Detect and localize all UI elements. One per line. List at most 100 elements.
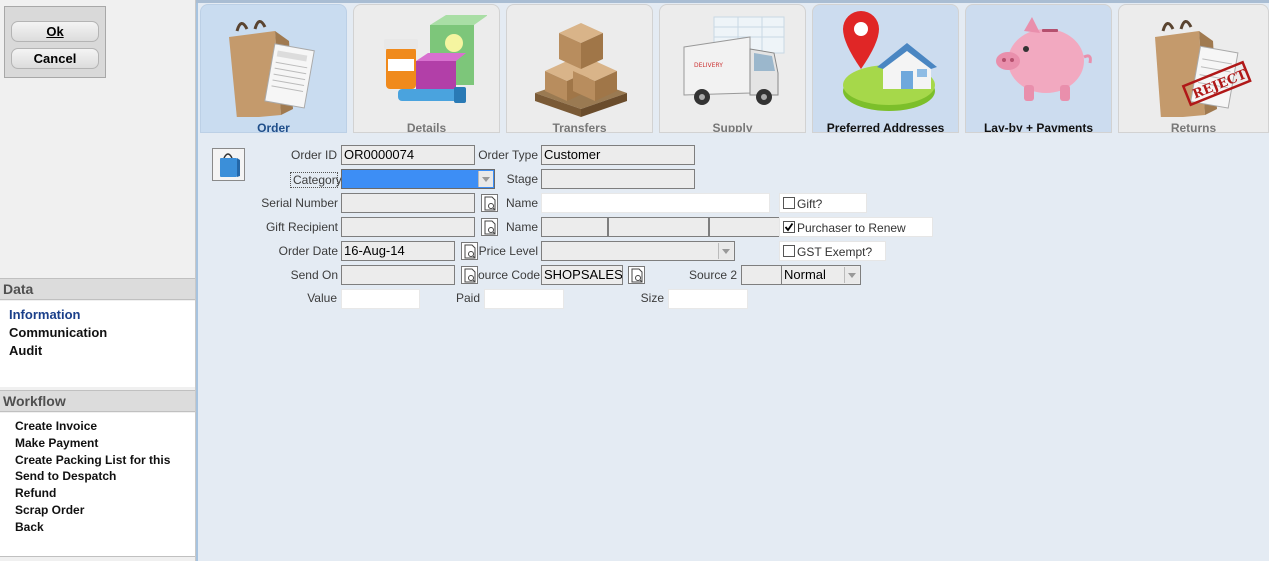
gift-checkbox-label: Gift? <box>797 197 823 211</box>
workflow-back[interactable]: Back <box>15 520 44 534</box>
boxes-pallet-icon <box>535 23 627 117</box>
source-2-field[interactable] <box>741 265 782 285</box>
workflow-send-to-despatch[interactable]: Send to Despatch <box>15 469 116 483</box>
workflow-make-payment[interactable]: Make Payment <box>15 436 98 450</box>
order-date-label: Order Date <box>278 244 338 258</box>
gst-exempt-row[interactable]: GST Exempt? <box>779 241 886 261</box>
workflow-create-invoice[interactable]: Create Invoice <box>15 419 97 433</box>
paid-label: Paid <box>455 291 480 305</box>
order-id-label: Order ID <box>290 148 337 162</box>
send-on-field[interactable] <box>341 265 455 285</box>
stage-label: Stage <box>506 172 538 186</box>
stage-field[interactable] <box>541 169 695 189</box>
chevron-down-icon[interactable] <box>718 243 733 259</box>
order-id-field[interactable]: OR0000074 <box>341 145 475 165</box>
calendar-icon <box>464 244 476 259</box>
order-type-field[interactable]: Customer <box>541 145 695 165</box>
value-label: Value <box>307 291 337 305</box>
serial-number-field[interactable] <box>341 193 475 213</box>
document-icon <box>484 220 496 235</box>
tab-supply-label: Supply <box>712 121 753 133</box>
data-item-communication[interactable]: Communication <box>9 325 107 340</box>
serial-number-label: Serial Number <box>261 196 338 210</box>
size-field[interactable] <box>668 289 748 309</box>
tab-returns-label: Returns <box>1170 121 1217 133</box>
top-divider <box>196 0 1269 3</box>
action-button-group: Ok Cancel <box>4 6 106 78</box>
svg-text:DELIVERY: DELIVERY <box>694 62 723 69</box>
tab-preferred-addresses-label: Preferred Addresses <box>826 121 945 133</box>
workflow-section-body: Create Invoice Make Payment Create Packi… <box>0 413 195 557</box>
house-location-icon <box>843 11 937 111</box>
checkmark-icon <box>784 222 794 232</box>
gst-exempt-label: GST Exempt? <box>797 245 873 259</box>
data-section-body: Information Communication Audit <box>0 301 195 387</box>
document-icon <box>484 196 496 211</box>
ok-button[interactable]: Ok <box>11 21 99 42</box>
source-code-field[interactable]: SHOPSALES <box>541 265 623 285</box>
purchaser-renew-label: Purchaser to Renew <box>797 221 906 235</box>
value-field[interactable] <box>341 289 420 309</box>
tab-transfers[interactable]: Transfers <box>506 4 653 133</box>
tab-details[interactable]: Details <box>353 4 500 133</box>
source-code-label: ource Code <box>478 268 541 282</box>
products-icon <box>384 15 487 103</box>
order-bag-button[interactable] <box>212 148 245 181</box>
tab-layby-payments-label: Lay-by + Payments <box>983 121 1094 133</box>
data-item-audit[interactable]: Audit <box>9 343 42 358</box>
document-icon <box>631 268 643 283</box>
name-field[interactable] <box>541 193 770 213</box>
workflow-scrap-order[interactable]: Scrap Order <box>15 503 84 517</box>
left-panel: Ok Cancel Data Information Communication… <box>0 0 196 561</box>
workflow-create-packing-list[interactable]: Create Packing List for this <box>15 453 170 467</box>
tab-details-label: Details <box>406 121 447 133</box>
source-code-lookup-button[interactable] <box>628 266 645 284</box>
gift-recipient-lookup-button[interactable] <box>481 218 498 236</box>
recipient-last-name-field[interactable] <box>709 217 780 237</box>
recipient-title-field[interactable] <box>541 217 608 237</box>
recipient-first-name-field[interactable] <box>608 217 709 237</box>
tab-layby-payments[interactable]: Lay-by + Payments <box>965 4 1112 133</box>
size-label: Size <box>640 291 664 305</box>
gift-recipient-label: Gift Recipient <box>265 220 338 234</box>
gift-recipient-field[interactable] <box>341 217 475 237</box>
tab-order[interactable]: Order <box>200 4 347 133</box>
name-label: Name <box>505 196 538 210</box>
data-section-header: Data <box>0 278 195 300</box>
workflow-section-header: Workflow <box>0 390 195 412</box>
tab-preferred-addresses[interactable]: Preferred Addresses <box>812 4 959 133</box>
serial-number-lookup-button[interactable] <box>481 194 498 212</box>
price-level-select[interactable] <box>541 241 735 261</box>
category-select[interactable] <box>341 169 495 189</box>
purchaser-renew-row[interactable]: Purchaser to Renew <box>779 217 933 237</box>
recipient-name-label: Name <box>505 220 538 234</box>
tab-supply[interactable]: DELIVERY Supply <box>659 4 806 133</box>
send-on-picker-button[interactable] <box>461 266 478 284</box>
priority-value: Normal <box>784 267 826 282</box>
price-level-label: Price Level <box>478 244 538 258</box>
chevron-down-icon[interactable] <box>844 267 859 283</box>
gst-exempt-checkbox[interactable] <box>783 245 795 257</box>
reject-bag-icon: REJECT <box>1155 20 1252 117</box>
data-item-information[interactable]: Information <box>9 307 81 322</box>
priority-select[interactable]: Normal <box>781 265 861 285</box>
piggy-bank-icon <box>996 17 1092 101</box>
gift-checkbox-row[interactable]: Gift? <box>779 193 867 213</box>
delivery-truck-icon: DELIVERY <box>683 16 785 105</box>
tab-order-label: Order <box>257 121 290 133</box>
category-label: Category <box>290 172 342 188</box>
workflow-refund[interactable]: Refund <box>15 486 56 500</box>
purchaser-renew-checkbox[interactable] <box>783 221 795 233</box>
gift-checkbox[interactable] <box>783 197 795 209</box>
source-2-label: Source 2 <box>688 268 737 282</box>
paid-field[interactable] <box>484 289 564 309</box>
shopping-bag-icon <box>220 153 240 177</box>
tab-transfers-label: Transfers <box>552 121 607 133</box>
order-date-field[interactable]: 16-Aug-14 <box>341 241 455 261</box>
order-type-label: Order Type <box>478 148 538 162</box>
send-on-label: Send On <box>290 268 338 282</box>
shopping-bag-icon <box>229 20 315 117</box>
cancel-button[interactable]: Cancel <box>11 48 99 69</box>
order-date-picker-button[interactable] <box>461 242 478 260</box>
tab-returns[interactable]: REJECT Returns <box>1118 4 1269 133</box>
